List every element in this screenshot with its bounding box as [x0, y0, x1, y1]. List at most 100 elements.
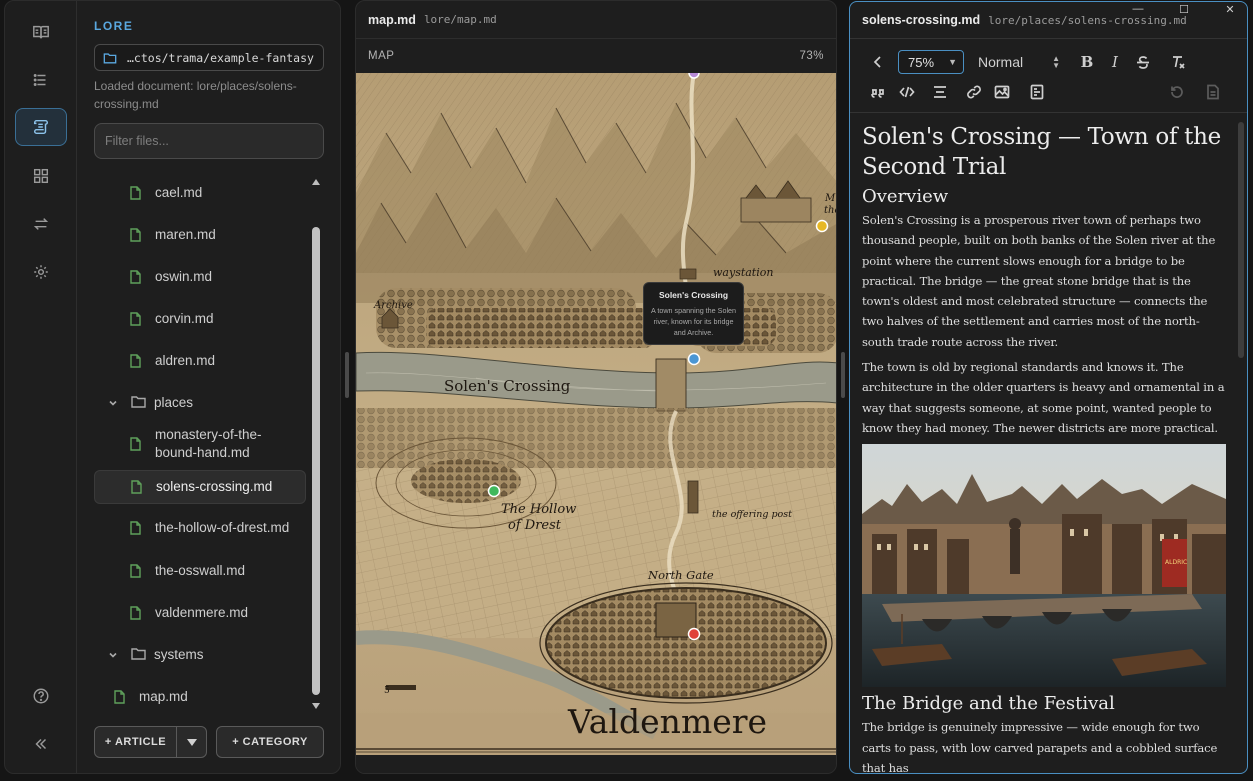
save-button[interactable] — [1203, 82, 1223, 102]
editor-scrollbar[interactable] — [1238, 122, 1244, 358]
app-window: LORE …ctos/trama/example-fantasy Loaded … — [0, 0, 1253, 781]
tree-file-the-hollow-of-drest[interactable]: the-hollow-of-drest.md — [94, 509, 306, 547]
document-content[interactable]: Solen's Crossing — Town of the Second Tr… — [862, 122, 1230, 774]
paragraph-bridge-1: The bridge is genuinely impressive — wid… — [862, 720, 1218, 774]
tree-file-monastery-of-the-bound-hand[interactable]: monastery-of-the-bound-hand.md — [94, 425, 306, 463]
window-controls: — ☐ ✕ — [1115, 0, 1253, 18]
town-image[interactable]: ALDRIC — [862, 444, 1226, 688]
add-category-button[interactable]: + CATEGORY — [216, 726, 324, 758]
scroll-thumb[interactable] — [312, 227, 320, 695]
embed-button[interactable] — [1027, 82, 1047, 102]
tree-item-label: map.md — [139, 689, 188, 704]
map-pin-hollow-of-drest[interactable] — [487, 484, 501, 498]
activity-rail — [5, 1, 77, 773]
resize-handle-right[interactable] — [841, 352, 845, 398]
align-button[interactable] — [930, 82, 950, 102]
back-button[interactable] — [868, 52, 888, 72]
tree-file-cael[interactable]: cael.md — [94, 181, 306, 205]
file-icon — [130, 312, 141, 326]
resize-handle-left[interactable] — [345, 352, 349, 398]
map-pin-solens-crossing[interactable] — [687, 352, 701, 366]
scroll-up-arrow[interactable] — [312, 179, 320, 185]
project-path-field[interactable]: …ctos/trama/example-fantasy — [94, 44, 324, 71]
map-label-valdenmere: Valdenmere — [567, 702, 767, 741]
tree-scrollbar[interactable] — [311, 179, 321, 709]
rail-collapse-button[interactable] — [15, 725, 67, 763]
paragraph-overview-2: The town is old by regional standards an… — [862, 360, 1225, 435]
map-scale-label: 5 — [384, 686, 390, 696]
close-button[interactable]: ✕ — [1207, 0, 1253, 18]
tree-item-label: the-hollow-of-drest.md — [155, 520, 290, 535]
tree-file-aldren[interactable]: aldren.md — [94, 349, 306, 373]
map-label-hollow: The Hollow — [501, 502, 576, 517]
editor-panel: solens-crossing.md lore/places/solens-cr… — [849, 1, 1248, 774]
town-illustration: ALDRIC — [862, 444, 1226, 688]
tree-file-solens-crossing[interactable]: solens-crossing.md — [94, 470, 306, 504]
article-dropdown-button[interactable] — [176, 727, 206, 757]
italic-button[interactable]: I — [1105, 52, 1125, 72]
map-illustration: waystation Archive Solen's Crossing The … — [356, 73, 837, 755]
quote-button[interactable] — [868, 82, 888, 102]
list-icon — [33, 74, 46, 86]
scroll-icon — [33, 119, 48, 135]
tree-item-label: corvin.md — [155, 311, 214, 326]
banner-text: ALDRIC — [1165, 559, 1187, 566]
updown-arrows-icon: ▲ ▼ — [1052, 54, 1060, 70]
file-icon — [114, 690, 125, 704]
editor-tab-title[interactable]: solens-crossing.md — [862, 13, 980, 27]
code-button[interactable] — [897, 82, 917, 102]
bold-button[interactable]: B — [1077, 52, 1097, 72]
scroll-down-arrow[interactable] — [312, 703, 320, 709]
undo-button[interactable] — [1167, 82, 1187, 102]
tree-file-maren[interactable]: maren.md — [94, 223, 306, 247]
map-pin-valdenmere[interactable] — [687, 627, 701, 641]
strikethrough-button[interactable] — [1133, 52, 1153, 72]
fantasy-map[interactable]: waystation Archive Solen's Crossing The … — [356, 73, 837, 755]
map-label-the: the — [824, 205, 837, 216]
tree-file-the-osswall[interactable]: the-osswall.md — [94, 559, 306, 583]
tree-item-label: places — [154, 395, 194, 410]
rail-settings-button[interactable] — [15, 253, 67, 291]
rail-help-button[interactable] — [15, 677, 67, 715]
map-zoom-level[interactable]: 73% — [799, 50, 824, 62]
map-tab-title[interactable]: map.md — [368, 13, 416, 27]
chevron-down-icon — [186, 738, 197, 746]
map-label-offering-post: the offering post — [712, 509, 792, 520]
add-article-button[interactable]: + ARTICLE — [94, 726, 207, 758]
tree-item-label: valdenmere.md — [155, 605, 249, 620]
rail-lore-button[interactable] — [15, 108, 67, 146]
map-panel: map.md lore/map.md MAP 73% waystation Ar… — [355, 0, 837, 774]
tree-folder-systems[interactable]: systems — [94, 643, 306, 667]
map-pin-purple[interactable] — [688, 73, 700, 79]
clear-format-button[interactable] — [1168, 52, 1188, 72]
map-panel-header: map.md lore/map.md — [356, 1, 836, 39]
rail-swap-button[interactable] — [15, 205, 67, 243]
tree-item-label: cael.md — [155, 185, 203, 200]
code-icon — [899, 86, 915, 98]
editor-zoom-select[interactable]: 75% ▼ — [898, 50, 964, 74]
link-button[interactable] — [964, 82, 984, 102]
tree-file-map[interactable]: map.md — [94, 685, 306, 709]
rail-book-button[interactable] — [15, 13, 67, 51]
filter-files-input[interactable] — [94, 123, 324, 159]
tree-file-valdenmere[interactable]: valdenmere.md — [94, 601, 306, 625]
undo-icon — [1171, 86, 1183, 98]
block-style-select[interactable]: Normal ▲ ▼ — [978, 50, 1064, 74]
chevron-down-icon — [108, 396, 118, 411]
tooltip-title: Solen's Crossing — [658, 290, 729, 300]
tree-folder-places[interactable]: places — [94, 391, 306, 415]
heading-bridge-festival: The Bridge and the Festival — [862, 693, 1115, 715]
maximize-button[interactable]: ☐ — [1161, 0, 1207, 18]
minimize-button[interactable]: — — [1115, 0, 1161, 18]
rail-list-button[interactable] — [15, 61, 67, 99]
tree-item-label: monastery-of-the-bound-hand.md — [155, 427, 262, 460]
rail-grid-button[interactable] — [15, 157, 67, 195]
map-tab-path: lore/map.md — [423, 13, 497, 26]
file-icon — [130, 564, 141, 578]
tree-file-oswin[interactable]: oswin.md — [94, 265, 306, 289]
tree-file-corvin[interactable]: corvin.md — [94, 307, 306, 331]
map-pin-yellow[interactable] — [815, 219, 829, 233]
editor-toolbar: 75% ▼ Normal ▲ ▼ B I — [850, 39, 1247, 113]
image-button[interactable] — [992, 82, 1012, 102]
tree-item-label: solens-crossing.md — [156, 479, 273, 494]
